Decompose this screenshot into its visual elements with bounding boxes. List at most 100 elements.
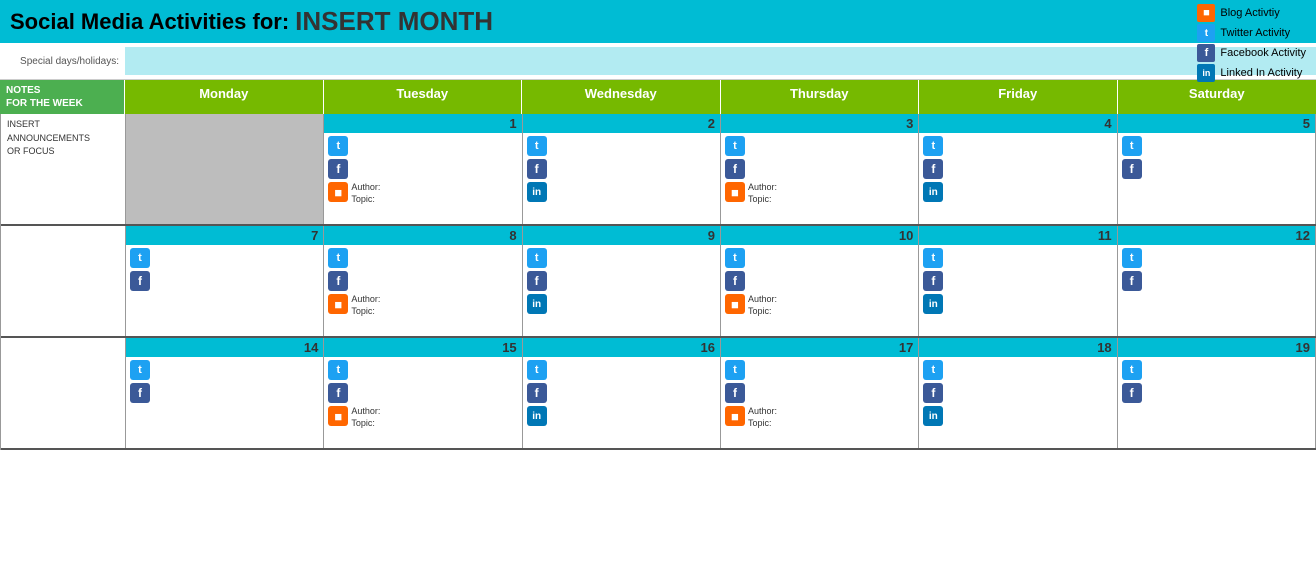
week-1-day-3[interactable]: 3 t f ■ Author:Topic: (721, 114, 919, 224)
blog-entry[interactable]: ■ Author:Topic: (328, 182, 517, 205)
week-2-notes[interactable] (1, 226, 126, 336)
facebook-icon[interactable]: f (527, 271, 547, 291)
special-days-label: Special days/holidays: (0, 56, 125, 67)
twitter-icon[interactable]: t (725, 360, 745, 380)
day-1-icons: t f ■ Author:Topic: (324, 133, 521, 208)
twitter-icon[interactable]: t (527, 136, 547, 156)
week-2-day-11[interactable]: 11 t f in (919, 226, 1117, 336)
facebook-icon[interactable]: f (130, 383, 150, 403)
facebook-icon[interactable]: f (328, 159, 348, 179)
facebook-icon[interactable]: f (923, 159, 943, 179)
day-19-icons: t f (1118, 357, 1315, 406)
day-8-icons: t f ■ Author:Topic: (324, 245, 521, 320)
facebook-icon[interactable]: f (328, 383, 348, 403)
day-number-12: 12 (1118, 226, 1315, 245)
day-5-icons: t f (1118, 133, 1315, 182)
blog-entry[interactable]: ■ Author:Topic: (725, 182, 914, 205)
twitter-icon[interactable]: t (1122, 136, 1142, 156)
blog-text-17: Author:Topic: (748, 406, 777, 429)
day-number-4: 4 (919, 114, 1116, 133)
rss-icon: ■ (328, 182, 348, 202)
twitter-icon[interactable]: t (328, 136, 348, 156)
twitter-icon[interactable]: t (1122, 360, 1142, 380)
linkedin-icon[interactable]: in (923, 406, 943, 426)
day-number-1: 1 (324, 114, 521, 133)
week-1-day-1[interactable]: 1 t f ■ Author:Topic: (324, 114, 522, 224)
linkedin-icon[interactable]: in (527, 182, 547, 202)
special-days-row: Special days/holidays: (0, 43, 1316, 80)
blog-entry[interactable]: ■ Author:Topic: (328, 294, 517, 317)
week-2-day-9[interactable]: 9 t f in (523, 226, 721, 336)
week-2-day-7[interactable]: 7 t f (126, 226, 324, 336)
twitter-icon[interactable]: t (130, 248, 150, 268)
week-1-day-2[interactable]: 2 t f in (523, 114, 721, 224)
week-2-day-8[interactable]: 8 t f ■ Author:Topic: (324, 226, 522, 336)
week-3-day-15[interactable]: 15 t f ■ Author:Topic: (324, 338, 522, 448)
week-3-notes[interactable] (1, 338, 126, 448)
day-number-5: 5 (1118, 114, 1315, 133)
linkedin-icon[interactable]: in (923, 182, 943, 202)
week-3-day-19[interactable]: 19 t f (1118, 338, 1316, 448)
twitter-icon[interactable]: t (328, 360, 348, 380)
facebook-icon[interactable]: f (725, 159, 745, 179)
facebook-icon[interactable]: f (923, 271, 943, 291)
facebook-icon[interactable]: f (923, 383, 943, 403)
day-header-row: NOTESFOR THE WEEK Monday Tuesday Wednesd… (0, 80, 1316, 114)
facebook-icon[interactable]: f (725, 383, 745, 403)
special-days-content[interactable] (125, 47, 1316, 75)
linkedin-icon[interactable]: in (527, 406, 547, 426)
week-3-day-18[interactable]: 18 t f in (919, 338, 1117, 448)
week-1-day-5[interactable]: 5 t f (1118, 114, 1316, 224)
blog-entry[interactable]: ■ Author:Topic: (725, 406, 914, 429)
day-7-icons: t f (126, 245, 323, 294)
legend-blog-label: Blog Activtiy (1220, 7, 1279, 19)
twitter-icon[interactable]: t (328, 248, 348, 268)
week-2-day-12[interactable]: 12 t f (1118, 226, 1316, 336)
week-2-day-10[interactable]: 10 t f ■ Author:Topic: (721, 226, 919, 336)
twitter-icon[interactable]: t (725, 248, 745, 268)
day-18-icons: t f in (919, 357, 1116, 429)
legend-facebook-label: Facebook Activity (1220, 47, 1306, 59)
day-number-2: 2 (523, 114, 720, 133)
twitter-icon[interactable]: t (1122, 248, 1142, 268)
twitter-icon[interactable]: t (725, 136, 745, 156)
week-1-notes[interactable]: INSERTANNOUNCEMENTSOR FOCUS (1, 114, 126, 224)
day-number-18: 18 (919, 338, 1116, 357)
twitter-icon[interactable]: t (527, 248, 547, 268)
twitter-icon[interactable]: t (923, 248, 943, 268)
facebook-icon[interactable]: f (130, 271, 150, 291)
rss-icon: ■ (328, 294, 348, 314)
facebook-icon[interactable]: f (527, 383, 547, 403)
day-12-icons: t f (1118, 245, 1315, 294)
week-3-day-17[interactable]: 17 t f ■ Author:Topic: (721, 338, 919, 448)
header-wednesday: Wednesday (522, 80, 721, 114)
linkedin-icon[interactable]: in (527, 294, 547, 314)
facebook-icon[interactable]: f (725, 271, 745, 291)
week-1: INSERTANNOUNCEMENTSOR FOCUS 1 t f ■ Auth… (1, 114, 1316, 226)
facebook-icon[interactable]: f (328, 271, 348, 291)
facebook-icon[interactable]: f (1122, 383, 1142, 403)
twitter-icon[interactable]: t (130, 360, 150, 380)
facebook-icon[interactable]: f (1122, 159, 1142, 179)
day-number-9: 9 (523, 226, 720, 245)
header-row: Social Media Activities for: INSERT MONT… (0, 0, 1316, 43)
twitter-icon-legend: t (1197, 24, 1215, 42)
facebook-icon[interactable]: f (1122, 271, 1142, 291)
blog-entry[interactable]: ■ Author:Topic: (725, 294, 914, 317)
blog-entry[interactable]: ■ Author:Topic: (328, 406, 517, 429)
facebook-icon[interactable]: f (527, 159, 547, 179)
header-insert-title[interactable]: INSERT MONTH (295, 6, 493, 37)
legend-item-blog: ■ Blog Activtiy (1197, 4, 1306, 22)
week-3-day-16[interactable]: 16 t f in (523, 338, 721, 448)
header-static-title: Social Media Activities for: (10, 9, 289, 35)
day-2-icons: t f in (523, 133, 720, 205)
twitter-icon[interactable]: t (923, 136, 943, 156)
day-number-17: 17 (721, 338, 918, 357)
linkedin-icon[interactable]: in (923, 294, 943, 314)
week-3-day-14[interactable]: 14 t f (126, 338, 324, 448)
twitter-icon[interactable]: t (527, 360, 547, 380)
week-1-day-4[interactable]: 4 t f in (919, 114, 1117, 224)
blog-text-10: Author:Topic: (748, 294, 777, 317)
day-number-19: 19 (1118, 338, 1315, 357)
twitter-icon[interactable]: t (923, 360, 943, 380)
